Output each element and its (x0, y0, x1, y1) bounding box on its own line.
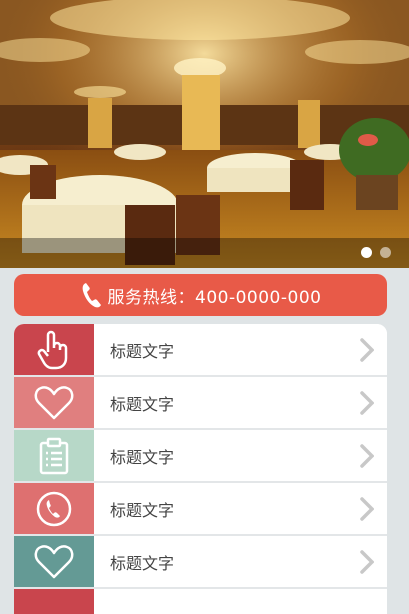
list-item-label: 标题文字 (110, 341, 175, 361)
carousel-dot[interactable] (361, 247, 372, 258)
chevron-right-icon (347, 443, 387, 468)
hand-pointer-icon (14, 324, 94, 375)
list-item[interactable]: 标题文字 (14, 483, 387, 536)
list-item[interactable] (14, 589, 387, 614)
list-item-label: 标题文字 (110, 500, 175, 520)
list-item-label: 标题文字 (110, 553, 175, 573)
list-item[interactable]: 标题文字 (14, 536, 387, 589)
menu-list: 标题文字 标题文字 标题文字 标题文字 标题文字 (14, 324, 387, 614)
hotline-button[interactable]: 服务热线：400-0000-000 (14, 274, 387, 316)
list-item[interactable]: 标题文字 (14, 430, 387, 483)
banner-carousel[interactable] (0, 0, 409, 268)
list-item-icon (14, 589, 94, 614)
chevron-right-icon (347, 549, 387, 574)
hotline-text: 服务热线：400-0000-000 (107, 287, 322, 308)
phone-icon (80, 281, 102, 309)
list-item-label: 标题文字 (110, 447, 175, 467)
heart-icon (14, 536, 94, 587)
restaurant-photo (0, 0, 409, 268)
carousel-dot[interactable] (380, 247, 391, 258)
carousel-dots (361, 247, 391, 258)
chevron-right-icon (347, 390, 387, 415)
list-item[interactable]: 标题文字 (14, 377, 387, 430)
chevron-right-icon (347, 337, 387, 362)
clipboard-icon (14, 430, 94, 481)
list-item-label: 标题文字 (110, 394, 175, 414)
chevron-right-icon (347, 496, 387, 521)
list-item[interactable]: 标题文字 (14, 324, 387, 377)
phone-circle-icon (14, 483, 94, 534)
heart-icon (14, 377, 94, 428)
